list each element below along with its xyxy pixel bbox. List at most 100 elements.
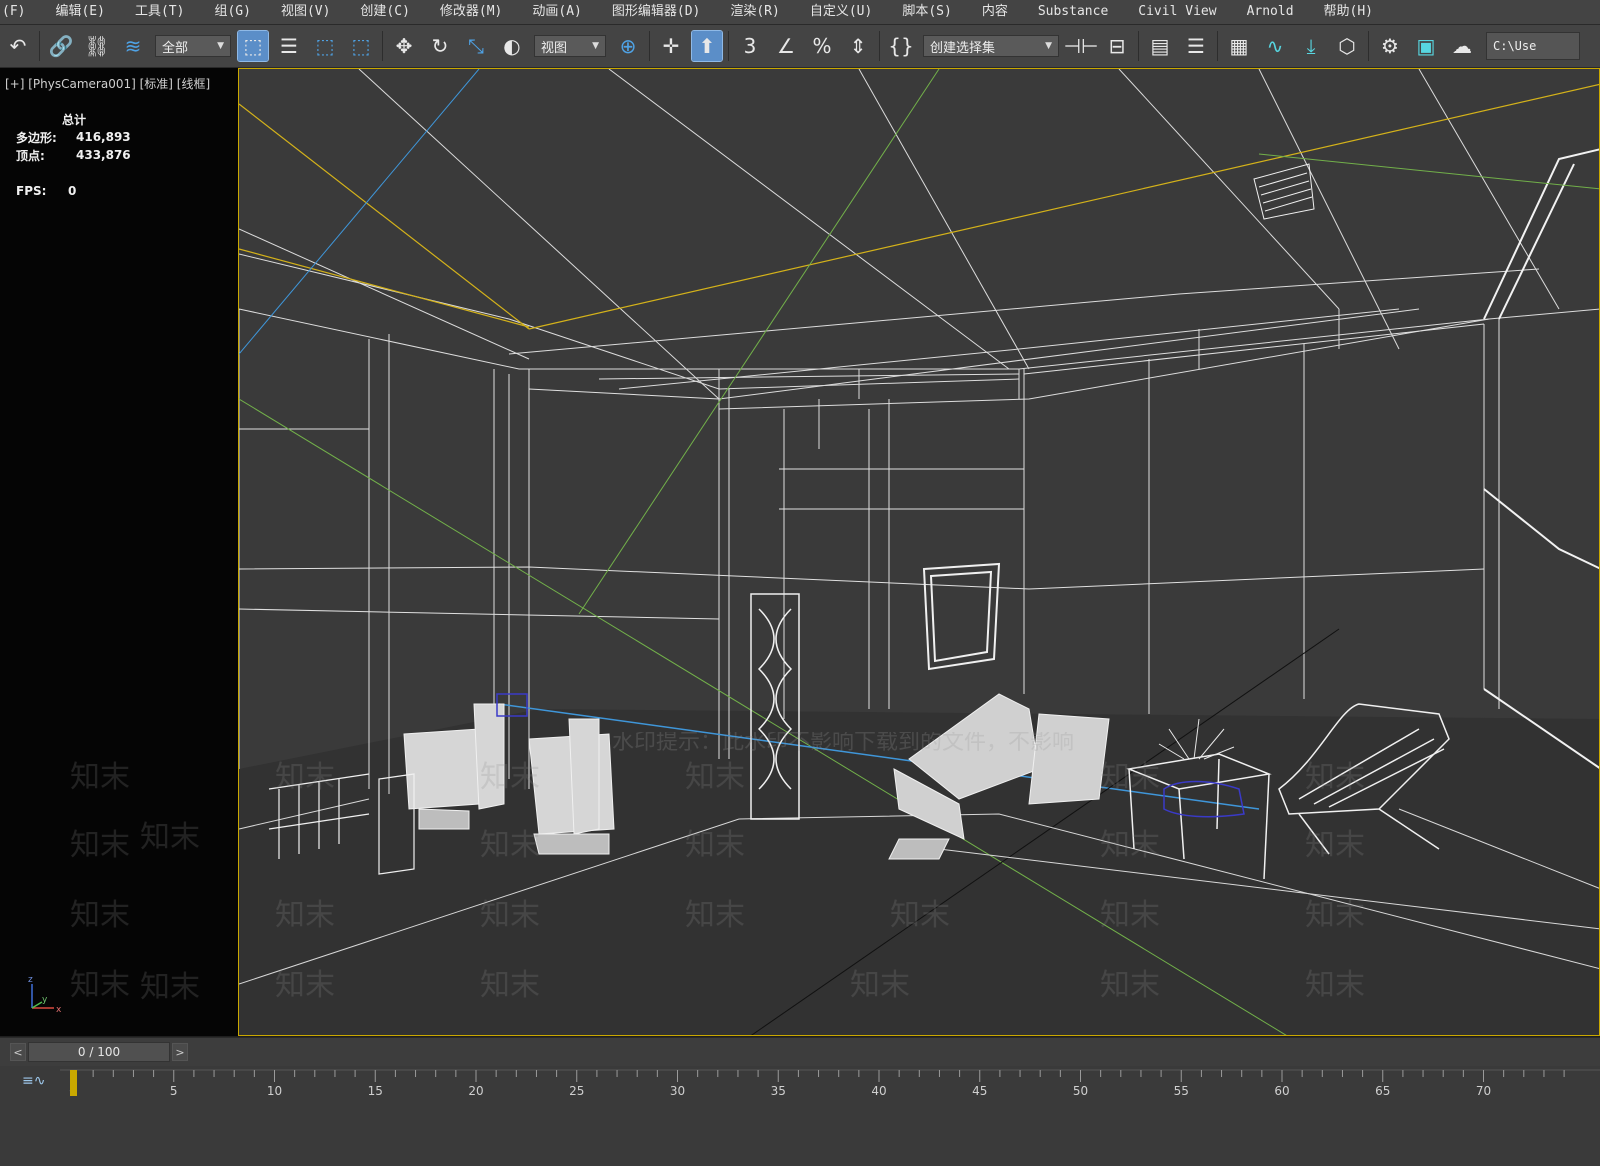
camera-viewport[interactable] [238, 68, 1600, 1036]
previous-frame-button[interactable]: < [10, 1043, 26, 1061]
ruler-tick-label: 40 [871, 1084, 886, 1098]
stats-polygons-value: 416,893 [76, 130, 131, 144]
menu-animation[interactable]: 动画(A) [517, 0, 596, 24]
toolbar-separator [1138, 31, 1139, 61]
wireframe-scene[interactable] [239, 69, 1600, 1036]
mirror-icon[interactable]: ⊣⊢ [1064, 31, 1099, 61]
ruler-tick-label: 70 [1476, 1084, 1491, 1098]
menu-customize[interactable]: 自定义(U) [795, 0, 887, 24]
axis-x-label: x [56, 1005, 62, 1015]
toolbar-separator [649, 31, 650, 61]
rendered-frame-window-icon[interactable]: ▣ [1411, 31, 1441, 61]
select-object-icon[interactable]: ⬚ [237, 30, 269, 62]
chevron-down-icon: ▼ [1045, 41, 1052, 51]
align-icon[interactable]: ⊟ [1102, 31, 1132, 61]
percent-snap-icon[interactable]: % [807, 31, 837, 61]
selection-filter-value: 全部 [162, 40, 189, 56]
select-by-name-icon[interactable]: ☰ [274, 31, 304, 61]
named-selection-dropdown[interactable]: 创建选择集 ▼ [923, 35, 1059, 57]
ribbon-toggle-icon[interactable]: ▦ [1224, 31, 1254, 61]
pivot-center-icon[interactable]: ⊕ [613, 31, 643, 61]
menu-bar: (F) 编辑(E) 工具(T) 组(G) 视图(V) 创建(C) 修改器(M) … [0, 0, 1600, 25]
snaps-toggle-icon[interactable]: 3 [735, 31, 765, 61]
layer-explorer-icon[interactable]: ▤ [1145, 31, 1175, 61]
menu-edit[interactable]: 编辑(E) [40, 0, 119, 24]
stats-vertices-row: 顶点: 433,876 [16, 146, 131, 164]
frame-ruler[interactable]: 0510152025303540455055606570 [60, 1066, 1600, 1106]
menu-civil-view[interactable]: Civil View [1123, 0, 1231, 24]
ruler-tick-label: 30 [670, 1084, 685, 1098]
track-bar[interactable]: ≡∿ 0510152025303540455055606570 [0, 1066, 1600, 1166]
axis-z-label: z [28, 975, 33, 985]
named-selection-value: 创建选择集 [930, 40, 996, 56]
schematic-view-icon[interactable]: ⤓ [1296, 31, 1326, 61]
window-crossing-icon[interactable]: ⬚ [346, 31, 376, 61]
move-icon[interactable]: ✥ [389, 31, 419, 61]
edit-named-selection-icon[interactable]: {} [886, 31, 916, 61]
rectangular-selection-icon[interactable]: ⬚ [310, 31, 340, 61]
ruler-tick-label: 5 [170, 1084, 178, 1098]
menu-file[interactable]: (F) [0, 0, 40, 24]
axis-y-label: y [42, 995, 48, 1005]
reference-coordinate-value: 视图 [541, 40, 568, 56]
toolbar-separator [879, 31, 880, 61]
bind-space-warp-icon[interactable]: ≋ [118, 31, 148, 61]
ruler-tick-label: 25 [569, 1084, 584, 1098]
menu-help[interactable]: 帮助(H) [1309, 0, 1388, 24]
undo-icon[interactable]: ↶ [3, 31, 33, 61]
unlink-icon[interactable]: ⛓ [82, 31, 112, 61]
scene-statistics: 总计 多边形: 416,893 顶点: 433,876 [16, 110, 131, 164]
menu-arnold[interactable]: Arnold [1232, 0, 1309, 24]
viewport-stats-panel: [+] [PhysCamera001] [标准] [线框] 总计 多边形: 41… [0, 68, 238, 1036]
fps-value: 0 [68, 184, 77, 198]
ruler-tick-label: 10 [267, 1084, 282, 1098]
frame-position-readout[interactable]: 0 / 100 [28, 1042, 170, 1062]
spinner-snap-icon[interactable]: ⇕ [843, 31, 873, 61]
menu-rendering[interactable]: 渲染(R) [715, 0, 794, 24]
keyboard-shortcut-override-icon[interactable]: ⬆ [691, 30, 723, 62]
stats-total-heading: 总计 [62, 112, 87, 127]
chevron-down-icon: ▼ [217, 41, 224, 51]
ruler-tick-label: 60 [1274, 1084, 1289, 1098]
ruler-tick-label: 55 [1174, 1084, 1189, 1098]
select-manipulate-icon[interactable]: ✛ [656, 31, 686, 61]
current-frame-marker [70, 1070, 77, 1096]
menu-substance[interactable]: Substance [1023, 0, 1123, 24]
menu-tools[interactable]: 工具(T) [120, 0, 199, 24]
viewport-label-menu[interactable]: [+] [PhysCamera001] [标准] [线框] [5, 75, 210, 92]
menu-content[interactable]: 内容 [967, 0, 1023, 24]
scale-icon[interactable]: ⤡ [461, 31, 491, 61]
reference-coordinate-dropdown[interactable]: 视图 ▼ [534, 35, 606, 57]
project-path-field[interactable]: C:\Use [1486, 32, 1580, 60]
chevron-down-icon: ▼ [592, 41, 599, 51]
toolbar-separator [382, 31, 383, 61]
axis-tripod-icon: z y x [28, 975, 62, 1015]
menu-create[interactable]: 创建(C) [345, 0, 424, 24]
menu-graph-editors[interactable]: 图形编辑器(D) [597, 0, 715, 24]
stats-vertices-value: 433,876 [76, 148, 131, 162]
stats-polygons-label: 多边形: [16, 130, 57, 145]
time-slider[interactable]: < 0 / 100 > [0, 1037, 1600, 1066]
rotate-icon[interactable]: ↻ [425, 31, 455, 61]
render-production-icon[interactable]: ☁ [1447, 31, 1477, 61]
material-editor-icon[interactable]: ⬡ [1332, 31, 1362, 61]
mini-curve-editor-icon[interactable]: ≡∿ [22, 1073, 45, 1089]
selection-filter-dropdown[interactable]: 全部 ▼ [155, 35, 231, 57]
menu-view[interactable]: 视图(V) [266, 0, 345, 24]
link-icon[interactable]: 🔗 [46, 31, 76, 61]
layers-icon[interactable]: ☰ [1181, 31, 1211, 61]
menu-scripting[interactable]: 脚本(S) [887, 0, 966, 24]
fps-readout: FPS: 0 [16, 184, 76, 198]
menu-modifiers[interactable]: 修改器(M) [425, 0, 517, 24]
ruler-tick-label: 45 [972, 1084, 987, 1098]
next-frame-button[interactable]: > [172, 1043, 188, 1061]
angle-snap-icon[interactable]: ∠ [771, 31, 801, 61]
stats-polygons-row: 多边形: 416,893 [16, 128, 131, 146]
curve-editor-icon[interactable]: ∿ [1260, 31, 1290, 61]
menu-group[interactable]: 组(G) [199, 0, 265, 24]
toolbar-separator [39, 31, 40, 61]
render-setup-icon[interactable]: ⚙ [1375, 31, 1405, 61]
toolbar-separator [728, 31, 729, 61]
ruler-tick-label: 35 [771, 1084, 786, 1098]
placement-icon[interactable]: ◐ [497, 31, 527, 61]
